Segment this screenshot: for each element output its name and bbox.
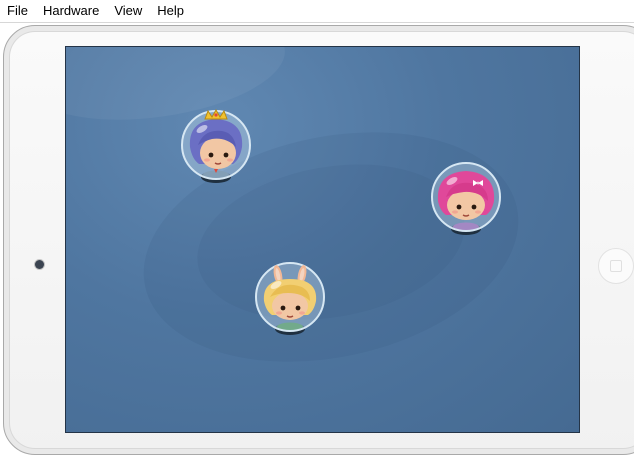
character-pink[interactable] bbox=[428, 161, 504, 237]
app-screen[interactable] bbox=[65, 46, 580, 433]
pink-character-icon bbox=[431, 162, 501, 235]
menu-hardware[interactable]: Hardware bbox=[36, 0, 107, 22]
home-button[interactable] bbox=[598, 248, 634, 284]
home-icon bbox=[610, 260, 622, 272]
camera-icon bbox=[35, 260, 44, 269]
menu-view[interactable]: View bbox=[107, 0, 150, 22]
menu-bar: File Hardware View Help bbox=[0, 0, 634, 23]
character-queen[interactable] bbox=[178, 108, 254, 185]
menu-file[interactable]: File bbox=[0, 0, 36, 22]
queen-character-icon bbox=[181, 108, 251, 183]
menu-help[interactable]: Help bbox=[150, 0, 192, 22]
character-bunny[interactable] bbox=[252, 261, 328, 337]
bunny-character-icon bbox=[255, 262, 325, 335]
